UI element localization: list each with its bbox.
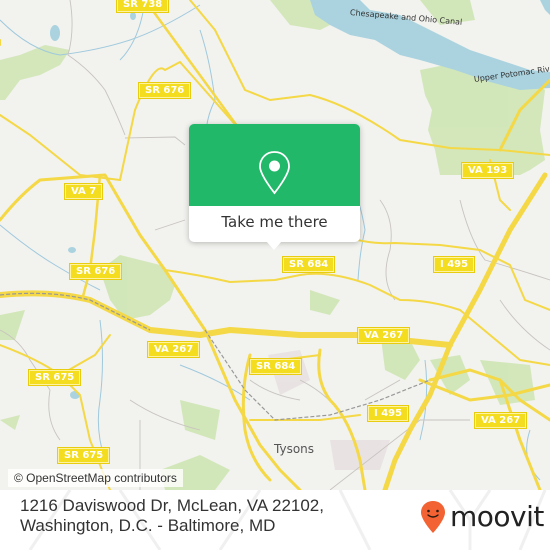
road-shield: VA 267 (358, 328, 410, 343)
footer: 1216 Daviswood Dr, McLean, VA 22102, Was… (0, 490, 550, 550)
road-shield: SR 684 (250, 359, 302, 374)
road-shield: I 495 (368, 406, 409, 421)
moovit-pin-icon (421, 501, 445, 533)
moovit-logo[interactable]: moovit (420, 499, 544, 535)
take-me-there-button[interactable]: Take me there (189, 206, 360, 242)
road-shield: SR 738 (117, 0, 169, 12)
road-shield: VA 193 (462, 163, 514, 178)
map-view[interactable]: SR 738 SR 676 VA 7 SR 676 VA 193 SR 684 … (0, 0, 550, 490)
road-shield: VA 7 (65, 184, 103, 199)
road-shield: SR 676 (139, 83, 191, 98)
road-shield: SR 676 (70, 264, 122, 279)
road-shield: I 495 (434, 257, 475, 272)
place-label: Tysons (274, 442, 315, 456)
address-text: 1216 Daviswood Dr, McLean, VA 22102, Was… (20, 496, 324, 535)
map-attribution[interactable]: © OpenStreetMap contributors (8, 469, 183, 487)
popup-pointer (266, 241, 282, 250)
location-pin-icon (259, 151, 290, 195)
directions-popup: Take me there (189, 124, 360, 250)
road-shield: SR 675 (29, 370, 81, 385)
road-shield: VA 267 (148, 342, 200, 357)
road-shield: SR 684 (283, 257, 335, 272)
road-shield: VA 267 (475, 413, 527, 428)
popup-header (189, 124, 360, 206)
road-shield: SR 675 (58, 448, 110, 463)
moovit-wordmark: moovit (450, 500, 544, 533)
